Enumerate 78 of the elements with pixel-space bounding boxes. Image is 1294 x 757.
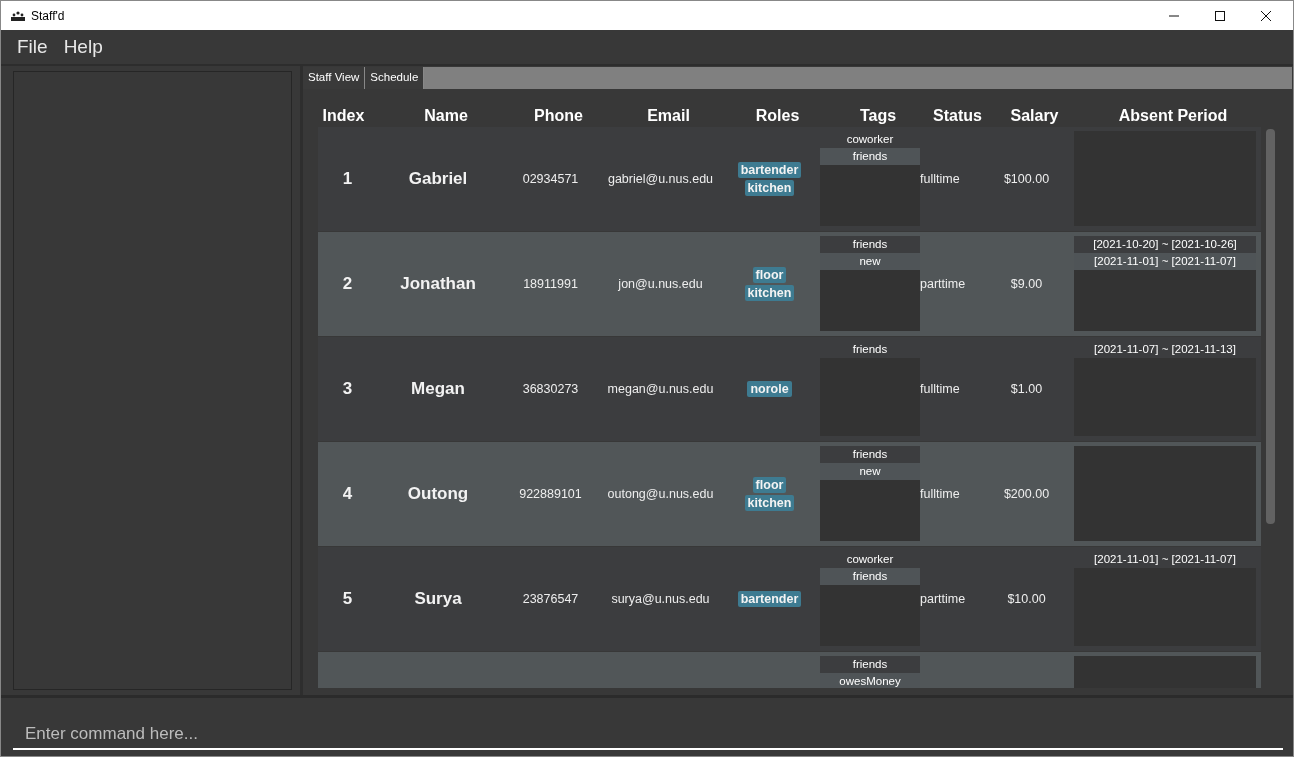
tag-label: coworker bbox=[820, 131, 920, 148]
table-cell: surya@u.nus.edu bbox=[611, 592, 710, 606]
column-header: Salary bbox=[1010, 106, 1059, 125]
table-cell: 1 bbox=[342, 169, 353, 189]
menu-item[interactable]: Help bbox=[63, 36, 103, 58]
absent-period: [2021-11-01] ~ [2021-11-07] bbox=[1074, 253, 1256, 270]
table-cell: $10.00 bbox=[1007, 592, 1046, 606]
column-header: Email bbox=[647, 106, 690, 125]
tag-label: new bbox=[820, 463, 920, 480]
column-header: Status bbox=[933, 106, 982, 125]
table-cell: jon@u.nus.edu bbox=[618, 277, 703, 291]
table-row[interactable]: 1 Gabriel 02934571 gabriel@u.nus.edu bartender kitchen coworker friends fulltime $100.00 bbox=[318, 127, 1261, 231]
table-cell: 5 bbox=[342, 589, 353, 609]
tag-label: friends bbox=[820, 446, 920, 463]
table-cell: $9.00 bbox=[1010, 277, 1043, 291]
tag-label: friends bbox=[820, 148, 920, 165]
tag-label: friends bbox=[820, 236, 920, 253]
menu-item[interactable]: File bbox=[17, 36, 48, 58]
absent-period: [2021-10-20] ~ [2021-10-26] bbox=[1074, 236, 1256, 253]
role-tag: floor bbox=[752, 267, 787, 283]
role-tag: bartender bbox=[737, 591, 802, 607]
table-row[interactable]: 3 Megan 36830273 megan@u.nus.edu norole friends fulltime $1.00 [2021-11-07] ~ [2021-11-13] bbox=[318, 337, 1261, 441]
table-cell: 922889101 bbox=[519, 487, 582, 501]
tab[interactable]: Staff View bbox=[303, 67, 366, 89]
command-input-field[interactable]: Enter command here... bbox=[13, 720, 1283, 750]
column-header: Tags bbox=[859, 106, 897, 125]
absent-period: [2021-11-07] ~ [2021-11-13] bbox=[1074, 341, 1256, 358]
close-icon[interactable] bbox=[1261, 10, 1271, 21]
role-tag: floor bbox=[752, 477, 787, 493]
table-cell: $1.00 bbox=[1010, 382, 1043, 396]
table-cell: 4 bbox=[342, 484, 353, 504]
table-cell: Gabriel bbox=[408, 169, 468, 189]
table-cell: outong@u.nus.edu bbox=[607, 487, 714, 501]
tag-label: friends bbox=[820, 341, 920, 358]
table-cell: 02934571 bbox=[522, 172, 579, 186]
table-cell: Outong bbox=[407, 484, 469, 504]
tag-label: coworker bbox=[820, 551, 920, 568]
window-title: Staff'd bbox=[31, 8, 65, 23]
table-row[interactable]: 5 Surya 23876547 surya@u.nus.edu bartender coworker friends parttime $10.00 [2021-11-01] ~ [2021-11-07] bbox=[318, 547, 1261, 651]
role-tag: kitchen bbox=[744, 180, 795, 196]
table-row[interactable]: friends owesMoney bbox=[318, 652, 1261, 688]
column-header: Phone bbox=[534, 106, 583, 125]
column-header: Name bbox=[424, 106, 468, 125]
table-cell: 2 bbox=[342, 274, 353, 294]
table-cell: 36830273 bbox=[522, 382, 579, 396]
table-cell: gabriel@u.nus.edu bbox=[607, 172, 714, 186]
table-row[interactable]: 4 Outong 922889101 outong@u.nus.edu floor kitchen friends new fulltime $200.00 bbox=[318, 442, 1261, 546]
tag-label: friends bbox=[820, 568, 920, 585]
column-header: Absent Period bbox=[1118, 106, 1228, 125]
table-cell: fulltime bbox=[920, 382, 960, 396]
table-cell: 23876547 bbox=[522, 592, 579, 606]
role-tag: norole bbox=[747, 381, 792, 397]
role-tag: bartender bbox=[737, 162, 802, 178]
table-cell: 3 bbox=[342, 379, 353, 399]
tag-label: friends bbox=[820, 656, 920, 673]
scrollbar[interactable] bbox=[1266, 129, 1275, 524]
maximize-icon[interactable] bbox=[1215, 10, 1225, 21]
tag-label: owesMoney bbox=[820, 673, 920, 688]
table-cell: fulltime bbox=[920, 172, 960, 186]
column-header: Index bbox=[322, 106, 365, 125]
app-icon bbox=[11, 10, 25, 21]
table-cell: $200.00 bbox=[1003, 487, 1050, 501]
table-cell: $100.00 bbox=[1003, 172, 1050, 186]
tag-label: new bbox=[820, 253, 920, 270]
table-cell: fulltime bbox=[920, 487, 960, 501]
table-cell: Megan bbox=[411, 379, 465, 399]
absent-period: [2021-11-01] ~ [2021-11-07] bbox=[1074, 551, 1256, 568]
table-cell: megan@u.nus.edu bbox=[607, 382, 714, 396]
tab[interactable]: Schedule bbox=[365, 67, 425, 89]
table-cell: Surya bbox=[414, 589, 462, 609]
table-cell: 18911991 bbox=[523, 277, 578, 291]
role-tag: kitchen bbox=[744, 285, 795, 301]
role-tag: kitchen bbox=[744, 495, 795, 511]
table-cell: parttime bbox=[920, 277, 966, 291]
table-cell: Jonathan bbox=[400, 274, 476, 294]
table-cell: parttime bbox=[920, 592, 966, 606]
table-row[interactable]: 2 Jonathan 18911991 jon@u.nus.edu floor kitchen friends new parttime $9.00 [2021-10-20] ~ [2021-10-26] [2021-11-01] ~ [2021-11-07] bbox=[318, 232, 1261, 336]
column-header: Roles bbox=[755, 106, 800, 125]
